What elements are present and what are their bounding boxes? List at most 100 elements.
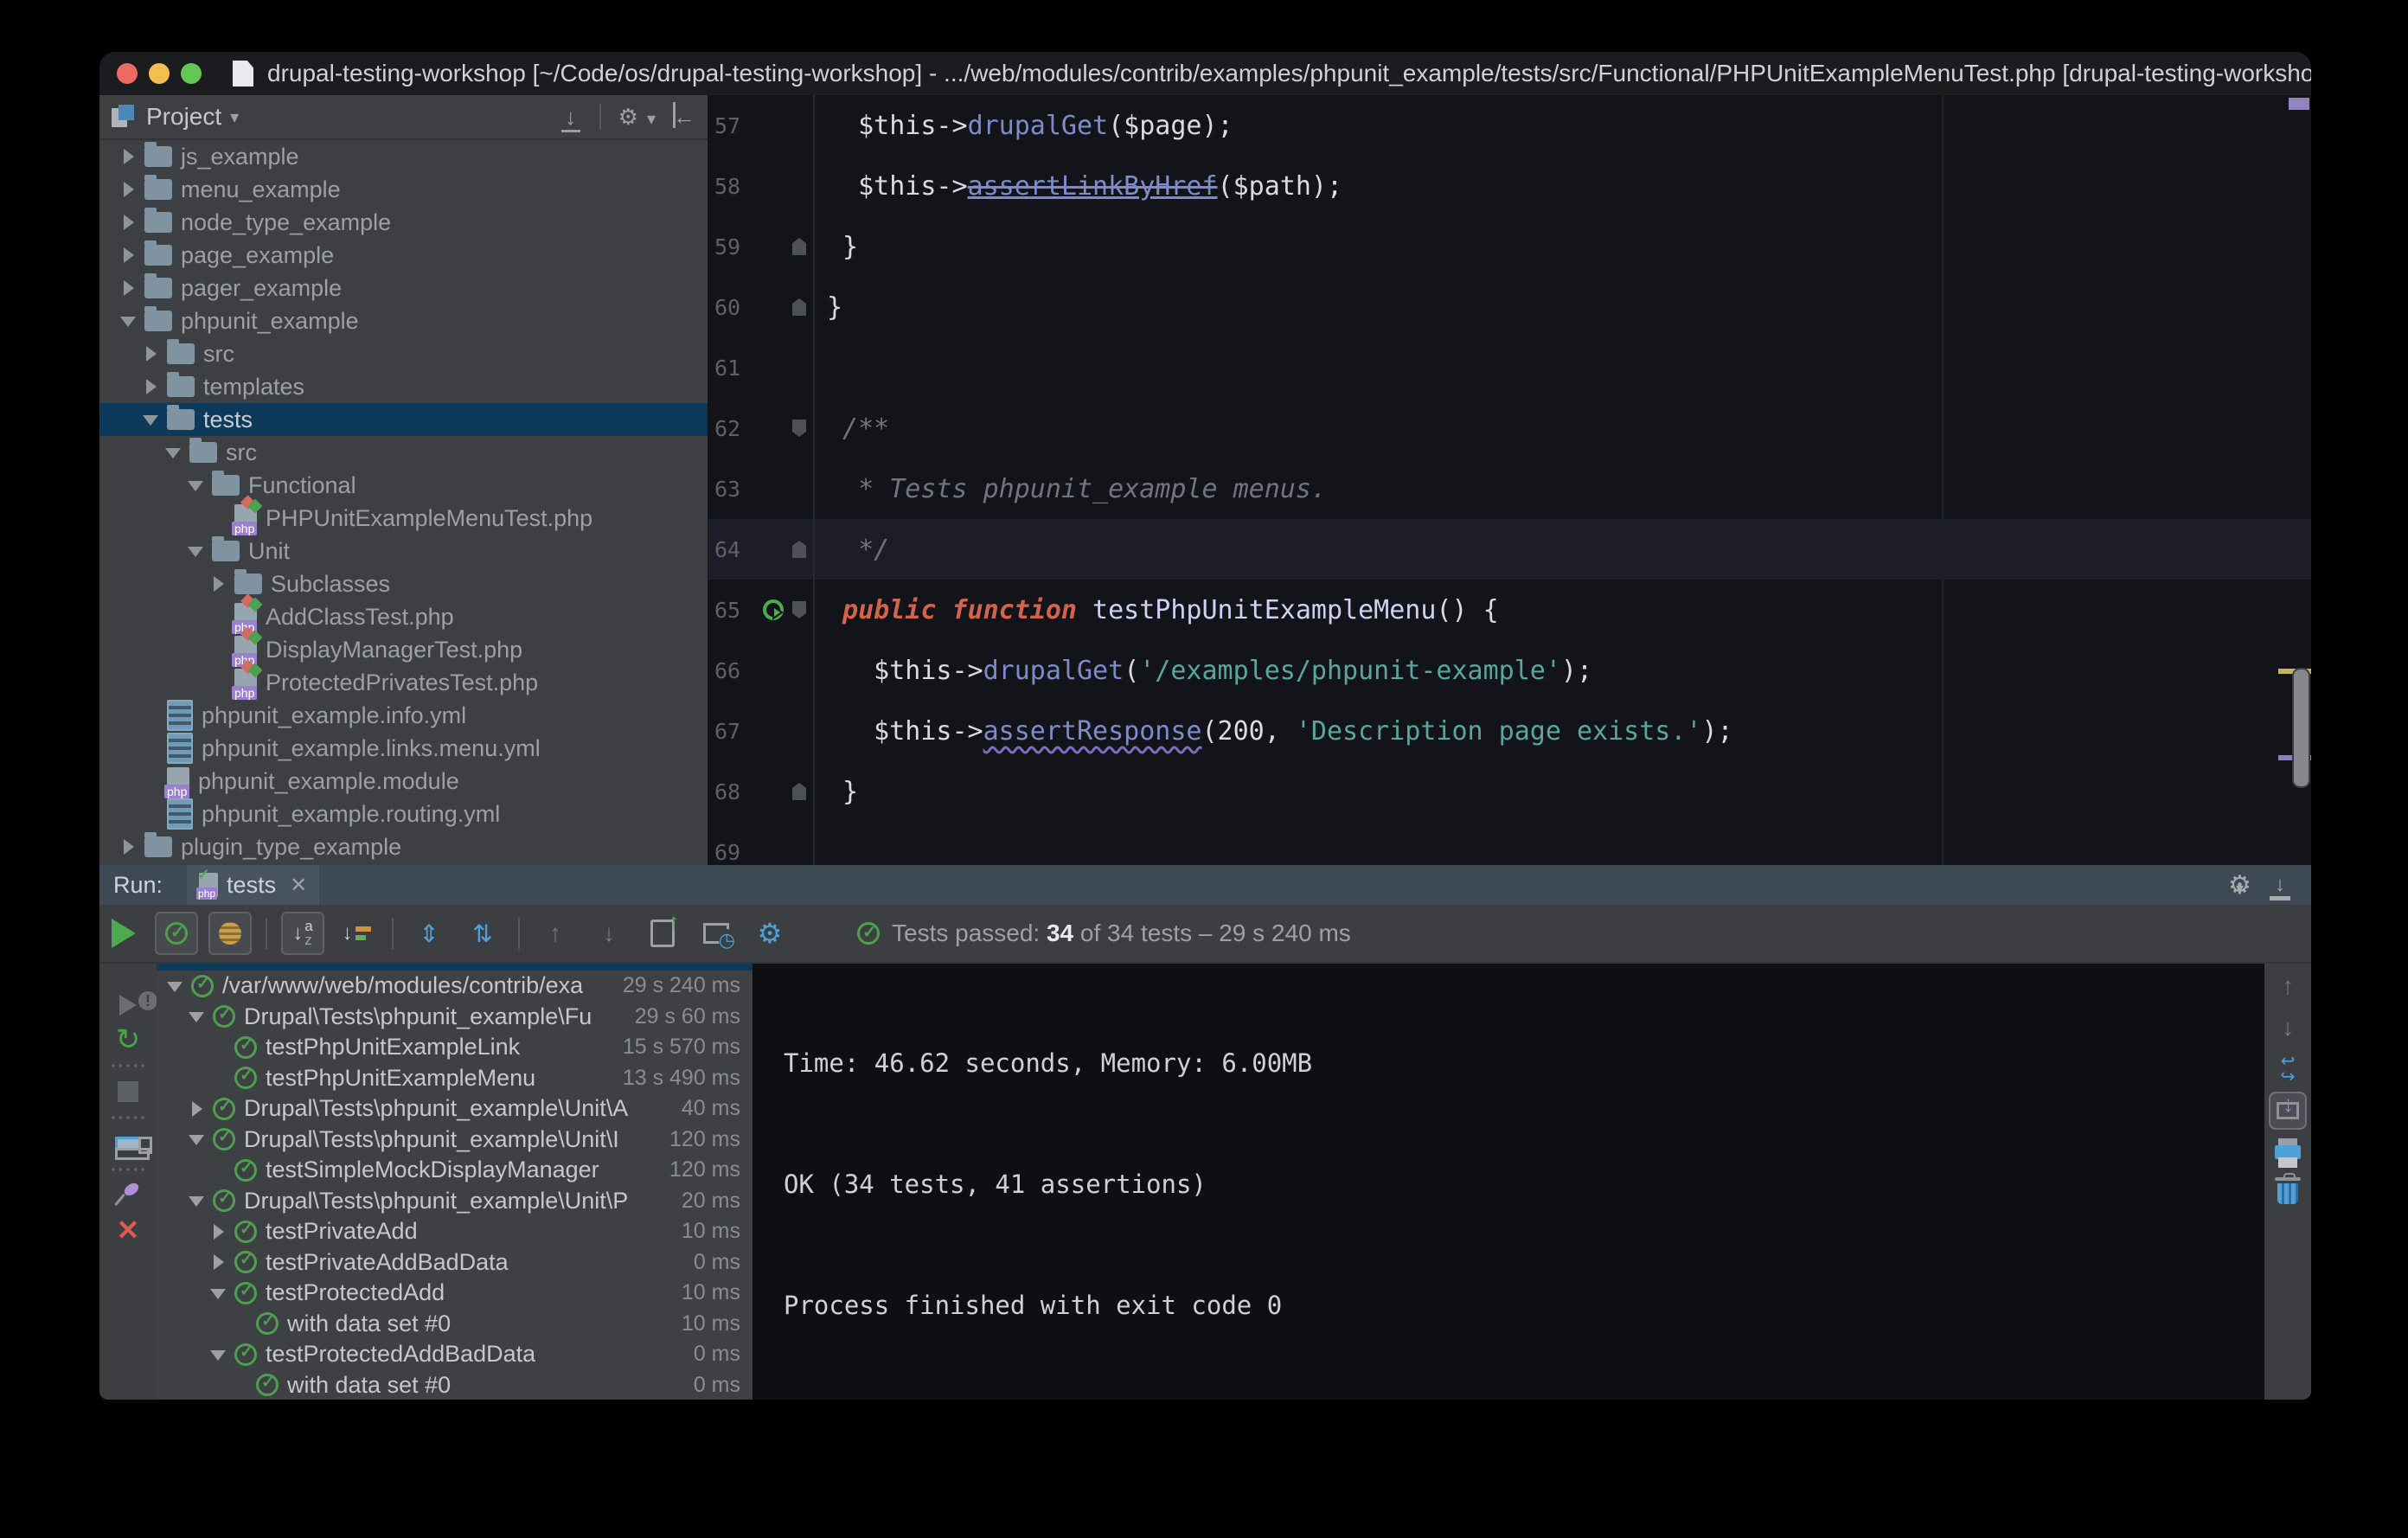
code-line[interactable]: 65 public function testPhpUnitExampleMen… (708, 580, 2311, 640)
test-result-row[interactable]: testPhpUnitExampleMenu 13 s 490 ms (157, 1063, 752, 1094)
soft-wrap-icon[interactable]: ↩ ↪ (2281, 1048, 2296, 1090)
project-tree-item[interactable]: ProtectedPrivatesTest.php (99, 666, 708, 700)
test-result-row[interactable]: testProtectedAdd 10 ms (157, 1278, 752, 1309)
scroll-down-icon[interactable]: ↓ (2282, 1007, 2294, 1048)
collapse-all-icon[interactable]: ↓ (560, 104, 582, 132)
chevron-collapsed-icon[interactable] (208, 1253, 229, 1272)
test-result-row[interactable]: Drupal\Tests\phpunit_example\Unit\P 20 ms (157, 1186, 752, 1217)
console-layout-icon[interactable] (115, 1126, 152, 1161)
fold-end-marker-icon[interactable] (792, 783, 806, 800)
chevron-collapsed-icon[interactable] (118, 837, 138, 856)
run-test-gutter-icon[interactable] (761, 598, 785, 622)
code-line[interactable]: 64 */ (708, 519, 2311, 580)
code-line[interactable]: 69 (708, 822, 2311, 865)
rerun-tests-icon[interactable] (112, 919, 136, 948)
test-result-row[interactable]: testPhpUnitExampleLink 15 s 570 ms (157, 1032, 752, 1063)
rerun-failed-tests-icon[interactable] (119, 988, 157, 1022)
chevron-expanded-icon[interactable] (187, 1007, 208, 1026)
stop-icon[interactable] (118, 1074, 138, 1109)
test-history-button[interactable] (695, 912, 738, 955)
project-tree-item[interactable]: menu_example (99, 173, 708, 206)
test-root-row-partial[interactable] (157, 964, 752, 971)
chevron-expanded-icon[interactable] (187, 1130, 208, 1149)
code-line[interactable]: 59 } (708, 216, 2311, 277)
test-result-row[interactable]: testSimpleMockDisplayManager 120 ms (157, 1155, 752, 1186)
show-ignored-button[interactable] (208, 912, 252, 955)
project-tree-item[interactable]: phpunit_example (99, 304, 708, 337)
test-result-row[interactable]: Drupal\Tests\phpunit_example\Unit\I 120 m… (157, 1125, 752, 1156)
chevron-expanded-icon[interactable] (187, 1191, 208, 1210)
test-result-row[interactable]: Drupal\Tests\phpunit_example\Unit\A 40 ms (157, 1093, 752, 1125)
chevron-collapsed-icon[interactable] (118, 246, 138, 265)
chevron-collapsed-icon[interactable] (118, 213, 138, 232)
import-test-results-button[interactable] (641, 910, 684, 955)
clear-console-icon[interactable] (2275, 1173, 2301, 1214)
chevron-expanded-icon[interactable] (208, 1284, 229, 1303)
zoom-window-button[interactable] (181, 63, 202, 84)
project-tree-item[interactable]: AddClassTest.php (99, 600, 708, 634)
fold-end-marker-icon[interactable] (792, 298, 806, 316)
chevron-expanded-icon[interactable] (141, 410, 160, 429)
project-tree-item[interactable]: node_type_example (99, 206, 708, 239)
print-icon[interactable] (2275, 1131, 2301, 1173)
rerun-icon[interactable]: ↻ (116, 1022, 141, 1057)
test-result-row[interactable]: testPrivateAdd 10 ms (157, 1216, 752, 1247)
gear-icon[interactable]: ⚙ ▾ (618, 104, 656, 131)
code-line[interactable]: 66 $this->drupalGet('/examples/phpunit-e… (708, 640, 2311, 701)
chevron-collapsed-icon[interactable] (208, 574, 227, 593)
project-tree-item[interactable]: templates (99, 370, 708, 403)
console-output[interactable]: Time: 46.62 seconds, Memory: 6.00MB OK (3… (752, 964, 2264, 1400)
fold-start-marker-icon[interactable] (792, 420, 806, 437)
show-passed-button[interactable] (155, 912, 198, 955)
chevron-collapsed-icon[interactable] (118, 147, 138, 166)
chevron-collapsed-icon[interactable] (118, 279, 138, 298)
test-result-row[interactable]: /var/www/web/modules/contrib/exa 29 s 240… (157, 971, 752, 1002)
project-tree-item[interactable]: phpunit_example.routing.yml (99, 798, 708, 830)
close-window-button[interactable] (117, 63, 138, 84)
minimize-window-button[interactable] (149, 63, 170, 84)
project-tree-item[interactable]: phpunit_example.info.yml (99, 699, 708, 732)
test-result-row[interactable]: testPrivateAddBadData 0 ms (157, 1247, 752, 1278)
test-result-row[interactable]: with data set #0 0 ms (157, 1370, 752, 1400)
code-line[interactable]: 60} (708, 277, 2311, 337)
chevron-expanded-icon[interactable] (208, 1345, 229, 1364)
expand-all-button[interactable]: ⇕ (407, 912, 451, 955)
chevron-down-icon[interactable]: ▾ (230, 106, 239, 128)
fold-start-marker-icon[interactable] (792, 601, 806, 618)
run-tab-tests[interactable]: tests ✕ (187, 865, 320, 905)
project-tree-item[interactable]: phpunit_example.links.menu.yml (99, 732, 708, 765)
hide-panel-icon[interactable]: ← (673, 101, 695, 131)
code-line[interactable]: 57 $this->drupalGet($page); (708, 95, 2311, 156)
code-line[interactable]: 61 (708, 337, 2311, 398)
fold-end-marker-icon[interactable] (792, 238, 806, 255)
sort-by-duration-button[interactable]: ↓ (335, 912, 378, 955)
code-editor[interactable]: 57 $this->drupalGet($page); 58 $this->ass… (708, 95, 2311, 865)
code-line[interactable]: 67 $this->assertResponse(200, 'Descripti… (708, 701, 2311, 761)
project-tree-item[interactable]: src (99, 337, 708, 370)
project-tree-item[interactable]: Functional (99, 469, 708, 502)
code-line[interactable]: 68 } (708, 761, 2311, 822)
chevron-expanded-icon[interactable] (186, 542, 205, 561)
project-tree-item[interactable]: src (99, 436, 708, 469)
project-tree-item[interactable]: tests (99, 403, 708, 436)
chevron-expanded-icon[interactable] (118, 311, 138, 330)
next-failed-test-button[interactable]: ↓ (587, 912, 631, 955)
project-tree-item[interactable]: js_example (99, 140, 708, 173)
test-result-row[interactable]: Drupal\Tests\phpunit_example\Fu 29 s 60 m… (157, 1002, 752, 1033)
chevron-expanded-icon[interactable] (165, 977, 186, 996)
scroll-up-icon[interactable]: ↑ (2282, 965, 2294, 1007)
fold-end-marker-icon[interactable] (792, 541, 806, 558)
pin-icon[interactable] (117, 1178, 139, 1213)
sort-alphabetically-button[interactable]: ↓ az (281, 912, 324, 955)
project-tree-item[interactable]: page_example (99, 239, 708, 272)
close-icon[interactable]: ✕ (290, 873, 307, 898)
chevron-collapsed-icon[interactable] (208, 1222, 229, 1241)
project-tree-item[interactable]: PHPUnitExampleMenuTest.php (99, 502, 708, 535)
test-result-row[interactable]: with data set #0 10 ms (157, 1309, 752, 1340)
collapse-all-button[interactable]: ⇅ (461, 912, 504, 955)
stripe-annotation-mark[interactable] (2289, 98, 2309, 110)
project-tree-item[interactable]: phpunit_example.module (99, 765, 708, 798)
project-tree-item[interactable]: Subclasses (99, 567, 708, 600)
editor-scrollbar[interactable] (2292, 668, 2310, 788)
chevron-collapsed-icon[interactable] (118, 180, 138, 199)
